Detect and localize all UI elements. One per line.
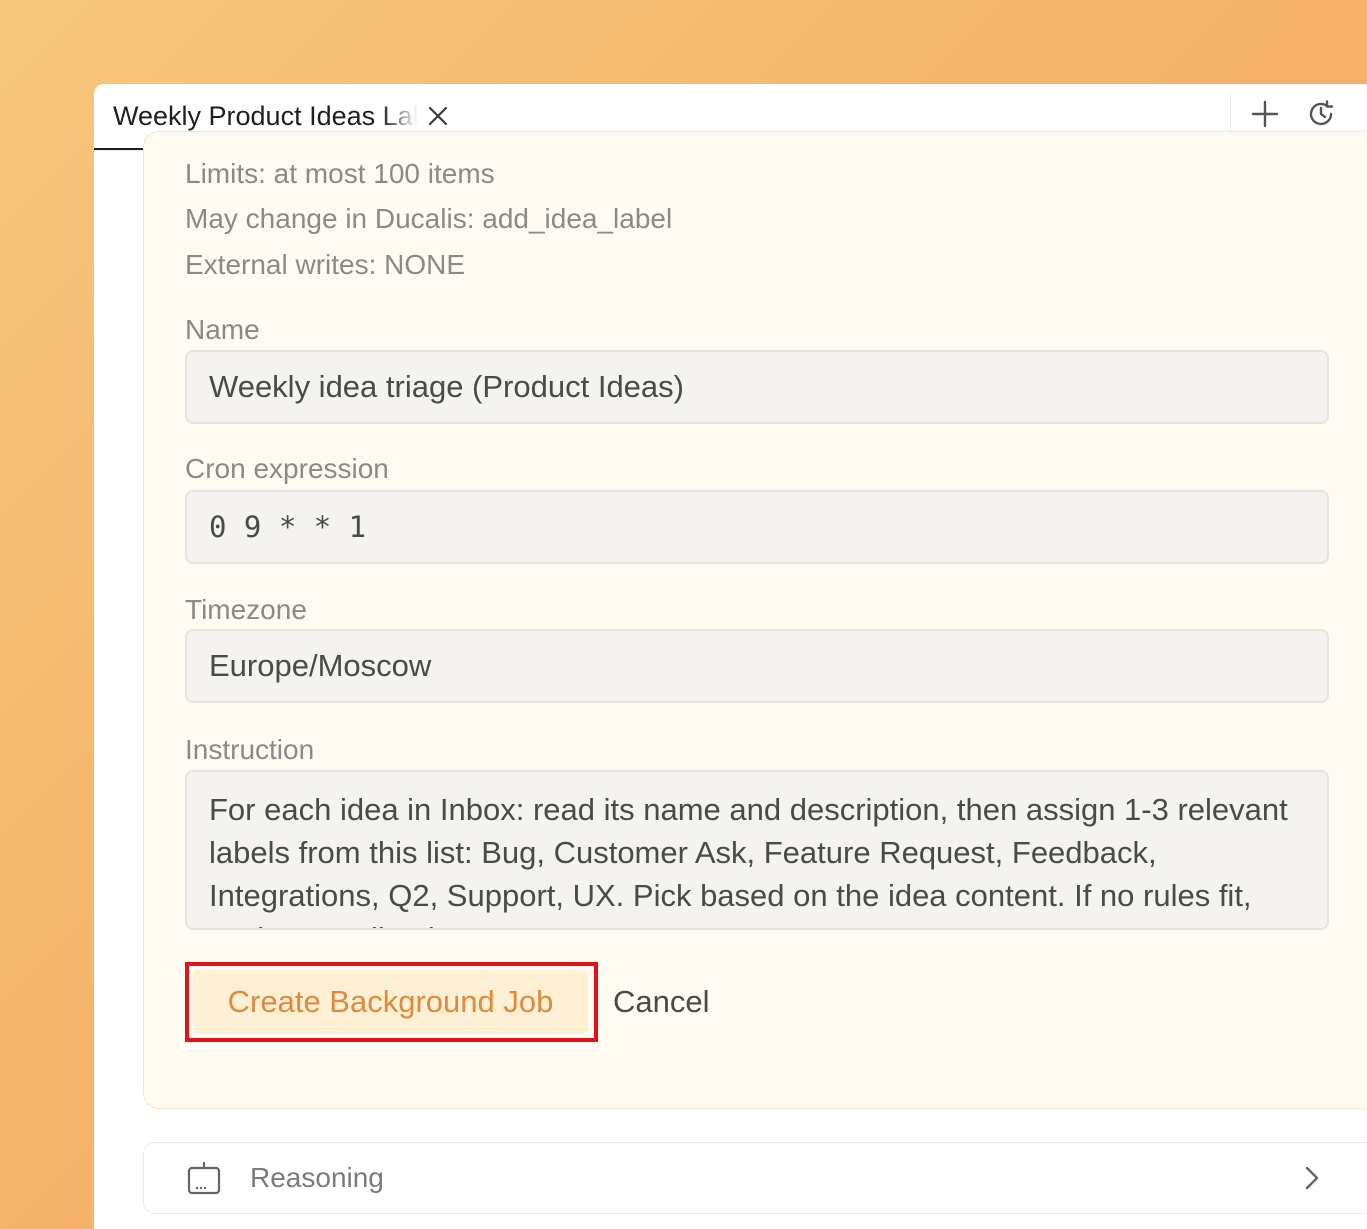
timezone-input[interactable]: Europe/Moscow [185,629,1329,703]
create-background-job-label: Create Background Job [193,970,588,1034]
instruction-textarea[interactable]: For each idea in Inbox: read its name an… [185,770,1329,930]
name-input[interactable]: Weekly idea triage (Product Ideas) [185,350,1329,424]
limits-text: Limits: at most 100 items [185,158,495,189]
instruction-label: Instruction [185,734,315,765]
plus-icon [1251,100,1279,133]
create-background-job-button[interactable]: Create Background Job [185,962,598,1042]
form-actions: Create Background Job Cancel [185,962,710,1042]
cron-label: Cron expression [185,453,389,484]
name-label: Name [185,314,260,345]
chat-window: Weekly Product Ideas Label Triage [94,84,1367,1229]
robot-icon [186,1160,222,1196]
external-writes-text: External writes: NONE [185,249,466,280]
cron-input[interactable]: 0 9 * * 1 [185,490,1329,564]
cancel-button[interactable]: Cancel [613,984,710,1020]
chat-content: Limits: at most 100 items May change in … [94,131,1367,1229]
timezone-label: Timezone [185,594,307,625]
background-job-form-card: Limits: at most 100 items May change in … [143,131,1367,1109]
history-icon [1306,99,1336,134]
may-change-text: May change in Ducalis: add_idea_label [185,203,673,234]
reasoning-toggle[interactable]: Reasoning [143,1142,1367,1214]
close-icon[interactable] [426,104,450,128]
chevron-right-icon [1299,1165,1325,1191]
reasoning-label: Reasoning [250,1162,384,1193]
